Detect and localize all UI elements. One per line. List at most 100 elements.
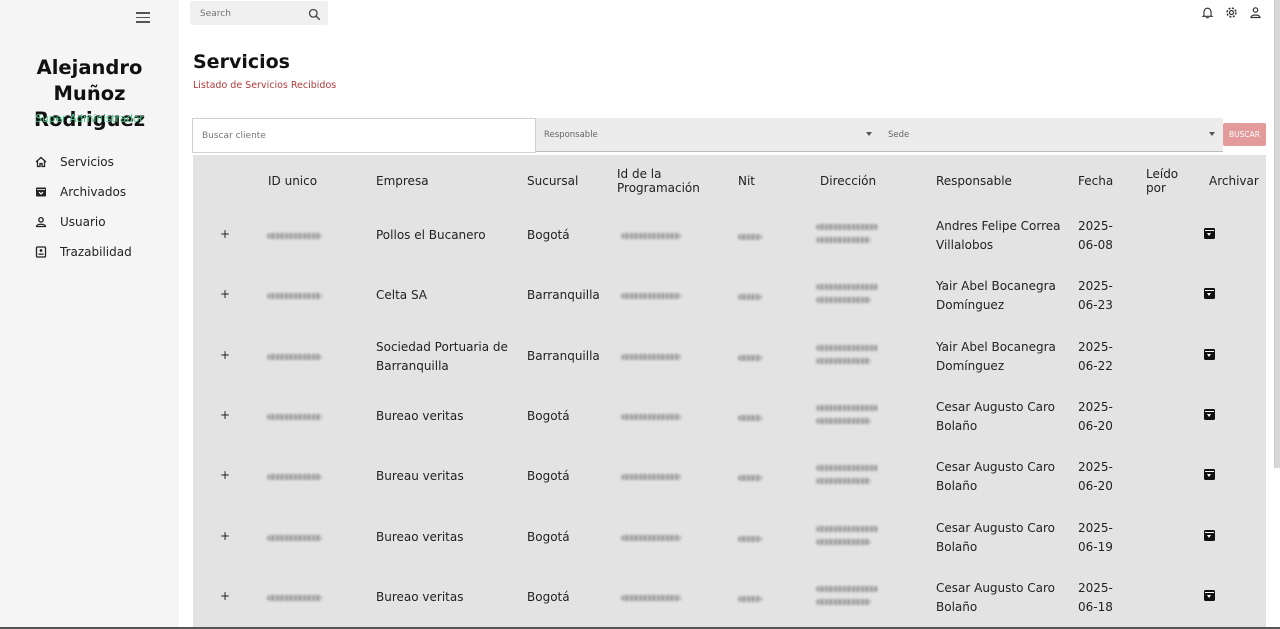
- sede-select[interactable]: Sede: [880, 118, 1223, 152]
- expand-row-button[interactable]: +: [220, 348, 230, 362]
- archive-row-icon[interactable]: [1204, 288, 1215, 300]
- sidebar-item-archivados[interactable]: Archivados: [0, 177, 179, 207]
- cell-sucursal: Bogotá: [527, 228, 570, 242]
- cell-sucursal: Bogotá: [527, 408, 570, 423]
- expand-row-button[interactable]: +: [220, 408, 230, 422]
- user-role: Super Administrador: [35, 113, 144, 125]
- cell-fecha: 2025- 06-19: [1078, 519, 1113, 557]
- redacted-nit: [738, 535, 762, 542]
- expand-row-button[interactable]: +: [220, 589, 230, 603]
- sidebar-item-usuario[interactable]: Usuario: [0, 207, 179, 237]
- redacted-direccion: [816, 598, 871, 605]
- redacted-direccion: [816, 585, 878, 592]
- redacted-nit: [738, 294, 762, 301]
- redacted-direccion: [816, 465, 878, 472]
- expand-row-button[interactable]: +: [220, 287, 230, 301]
- search-input[interactable]: [190, 2, 300, 26]
- redacted-direccion: [816, 344, 878, 351]
- cell-empresa: Pollos el Bucanero: [376, 226, 516, 245]
- archive-row-icon[interactable]: [1204, 529, 1215, 541]
- sidebar: Alejandro Muñoz Rodriguez Super Administ…: [0, 0, 179, 629]
- archive-row-icon[interactable]: [1204, 348, 1215, 360]
- cell-empresa-line1: Pollos el Bucanero: [376, 228, 486, 242]
- redacted-direccion: [816, 237, 871, 243]
- redacted-direccion: [816, 538, 871, 545]
- cell-empresa-line1: Bureao veritas: [376, 589, 464, 604]
- bell-icon[interactable]: [1201, 6, 1214, 19]
- cell-fecha: 2025- 06-20: [1078, 398, 1113, 436]
- archive-row-icon[interactable]: [1204, 228, 1215, 239]
- cell-responsable: Cesar Augusto Caro Bolaño: [936, 579, 1055, 617]
- cell-fecha-line2: 06-08: [1078, 238, 1113, 252]
- cell-empresa: Bureao veritas: [376, 528, 516, 547]
- expand-row-button[interactable]: +: [220, 468, 230, 482]
- redacted-nit: [738, 354, 762, 361]
- cell-fecha-line1: 2025-: [1078, 399, 1113, 414]
- cell-empresa-line1: Bureao veritas: [376, 408, 464, 423]
- cell-sucursal: Bogotá: [527, 469, 570, 484]
- cell-responsable-line1: Cesar Augusto Caro: [936, 399, 1056, 414]
- table-row: + Sociedad Portuaria de Barranquilla Barran…: [193, 327, 1266, 387]
- redacted-nit: [738, 234, 762, 240]
- responsable-select[interactable]: Responsable: [536, 118, 880, 152]
- cell-responsable: Yair Abel Bocanegra Domínguez: [936, 277, 1056, 315]
- header-leido-line2: por: [1146, 181, 1166, 195]
- cell-sucursal: Barranquilla: [527, 348, 600, 363]
- header-direccion: Dirección: [820, 174, 877, 188]
- cell-responsable-line2: Bolaño: [936, 479, 978, 494]
- archive-icon: [35, 186, 47, 198]
- trace-icon: [35, 246, 47, 258]
- header-nit: Nit: [738, 174, 756, 188]
- redacted-direccion: [816, 224, 878, 230]
- cell-fecha-line1: 2025-: [1078, 219, 1113, 233]
- cell-fecha: 2025- 06-23: [1078, 277, 1113, 315]
- header-archivar: Archivar: [1209, 174, 1259, 188]
- responsable-select-label: Responsable: [544, 129, 598, 140]
- cell-sucursal: Bogotá: [527, 529, 570, 544]
- cell-responsable: Andres Felipe Correa Villalobos: [936, 217, 1061, 255]
- header-leido-line1: Leído: [1146, 167, 1179, 181]
- expand-row-button[interactable]: +: [220, 529, 230, 543]
- cell-empresa: Bureao veritas: [376, 588, 516, 607]
- cell-fecha: 2025- 06-20: [1078, 458, 1113, 496]
- cell-empresa-line1: Celta SA: [376, 288, 428, 303]
- cell-empresa-line2: Barranquilla: [376, 358, 449, 373]
- cell-responsable-line2: Bolaño: [936, 418, 978, 433]
- sidebar-nav: Servicios Archivados Usuario Trazabilida…: [0, 147, 179, 267]
- header-responsable: Responsable: [936, 174, 1012, 188]
- gear-icon[interactable]: [1225, 6, 1238, 19]
- top-icons: [1201, 6, 1262, 19]
- archive-row-icon[interactable]: [1204, 408, 1215, 420]
- search-icon[interactable]: [308, 6, 321, 21]
- client-search-input[interactable]: [192, 118, 536, 153]
- cell-fecha-line2: 06-20: [1078, 479, 1113, 494]
- redacted-direccion: [816, 284, 878, 291]
- redacted-id: [267, 293, 322, 300]
- cell-fecha: 2025- 06-08: [1078, 217, 1113, 255]
- expand-row-button[interactable]: +: [220, 227, 230, 241]
- user-icon: [35, 216, 47, 228]
- scrollbar[interactable]: [1274, 0, 1280, 468]
- header-empresa: Empresa: [376, 174, 429, 188]
- cell-empresa: Bureau veritas: [376, 467, 516, 486]
- cell-fecha-line2: 06-18: [1078, 599, 1113, 614]
- chevron-down-icon: [1209, 132, 1215, 136]
- redacted-programacion: [621, 293, 681, 300]
- redacted-id: [267, 474, 322, 481]
- sidebar-item-trazabilidad[interactable]: Trazabilidad: [0, 237, 179, 267]
- sidebar-item-servicios[interactable]: Servicios: [0, 147, 179, 177]
- search-button[interactable]: BUSCAR: [1223, 123, 1266, 146]
- cell-fecha-line2: 06-20: [1078, 418, 1113, 433]
- cell-responsable-line1: Cesar Augusto Caro: [936, 520, 1056, 535]
- cell-empresa-line1: Bureao veritas: [376, 529, 464, 544]
- cell-fecha-line2: 06-19: [1078, 539, 1113, 554]
- header-fecha: Fecha: [1078, 174, 1114, 188]
- redacted-programacion: [621, 534, 681, 541]
- services-table: ID unico Empresa Sucursal Id de la Progr…: [193, 155, 1266, 629]
- search-box: [190, 1, 328, 26]
- account-icon[interactable]: [1249, 6, 1262, 19]
- archive-row-icon[interactable]: [1204, 469, 1215, 481]
- menu-icon[interactable]: [136, 12, 150, 24]
- archive-row-icon[interactable]: [1204, 589, 1215, 601]
- redacted-direccion: [816, 417, 871, 424]
